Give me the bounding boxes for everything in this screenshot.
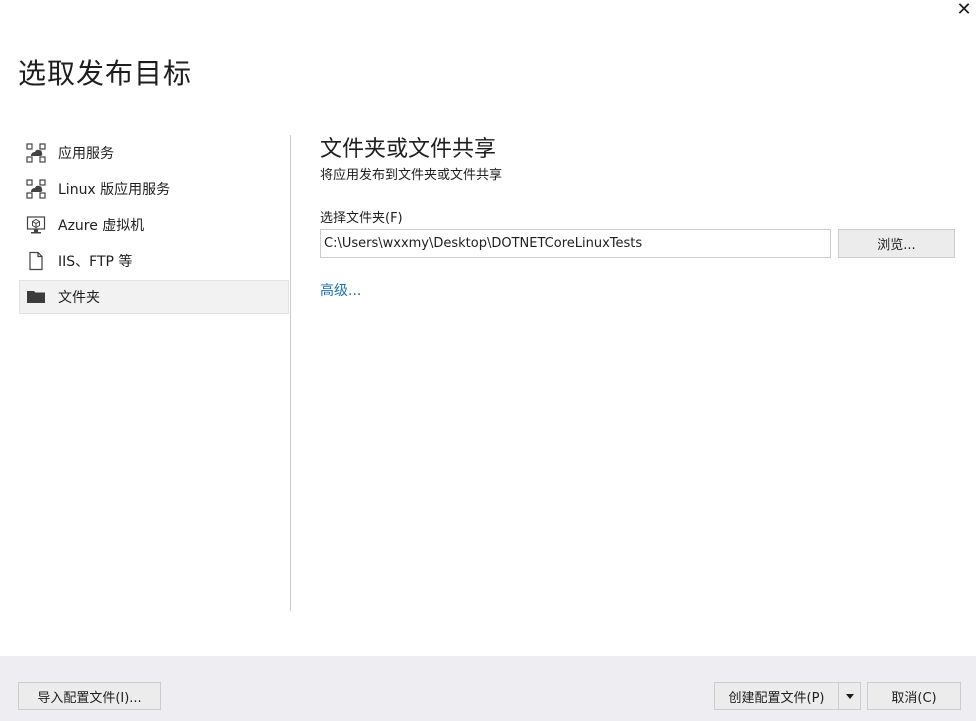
sidebar-item-label: 应用服务 — [58, 146, 114, 162]
folder-field-row: 浏览... — [320, 229, 960, 258]
sidebar-item-app-service[interactable]: 应用服务 — [19, 136, 289, 170]
folder-icon — [25, 286, 47, 308]
panel-subtitle: 将应用发布到文件夹或文件共享 — [320, 168, 503, 183]
publish-dialog: ✕ 选取发布目标 应用服务 Linux 版应用服务 Azure 虚拟机 IIS、… — [0, 0, 976, 721]
panel-title: 文件夹或文件共享 — [320, 137, 497, 162]
folder-target-panel: 文件夹或文件共享 将应用发布到文件夹或文件共享 选择文件夹(F) 浏览... 高… — [320, 136, 960, 300]
folder-field-label: 选择文件夹(F) — [320, 211, 403, 226]
sidebar-item-label: IIS、FTP 等 — [58, 254, 133, 270]
sidebar-item-iis-ftp[interactable]: IIS、FTP 等 — [19, 244, 289, 278]
folder-path-input[interactable] — [320, 229, 831, 258]
sidebar-item-label: Azure 虚拟机 — [58, 218, 145, 234]
advanced-link[interactable]: 高级... — [320, 280, 361, 300]
dialog-footer: 导入配置文件(I)... 创建配置文件(P) 取消(C) — [0, 656, 976, 721]
linux-app-service-icon — [25, 178, 47, 200]
sidebar-item-label: 文件夹 — [58, 290, 100, 306]
document-icon — [25, 250, 47, 272]
sidebar-item-folder[interactable]: 文件夹 — [19, 280, 289, 314]
sidebar-item-azure-vm[interactable]: Azure 虚拟机 — [19, 208, 289, 242]
virtual-machine-icon — [25, 214, 47, 236]
chevron-down-icon — [845, 693, 854, 699]
app-service-icon — [25, 142, 47, 164]
close-button[interactable]: ✕ — [952, 0, 976, 22]
create-profile-dropdown[interactable] — [838, 682, 861, 710]
sidebar-item-label: Linux 版应用服务 — [58, 182, 171, 198]
close-icon: ✕ — [956, 0, 972, 20]
import-profile-button[interactable]: 导入配置文件(I)... — [18, 682, 161, 710]
browse-button[interactable]: 浏览... — [838, 229, 955, 258]
vertical-divider — [290, 135, 291, 611]
cancel-button[interactable]: 取消(C) — [867, 682, 961, 710]
create-profile-button[interactable]: 创建配置文件(P) — [714, 682, 839, 710]
sidebar-item-linux-app-service[interactable]: Linux 版应用服务 — [19, 172, 289, 206]
publish-target-list: 应用服务 Linux 版应用服务 Azure 虚拟机 IIS、FTP 等 文件夹 — [19, 136, 289, 316]
dialog-title: 选取发布目标 — [18, 57, 193, 90]
